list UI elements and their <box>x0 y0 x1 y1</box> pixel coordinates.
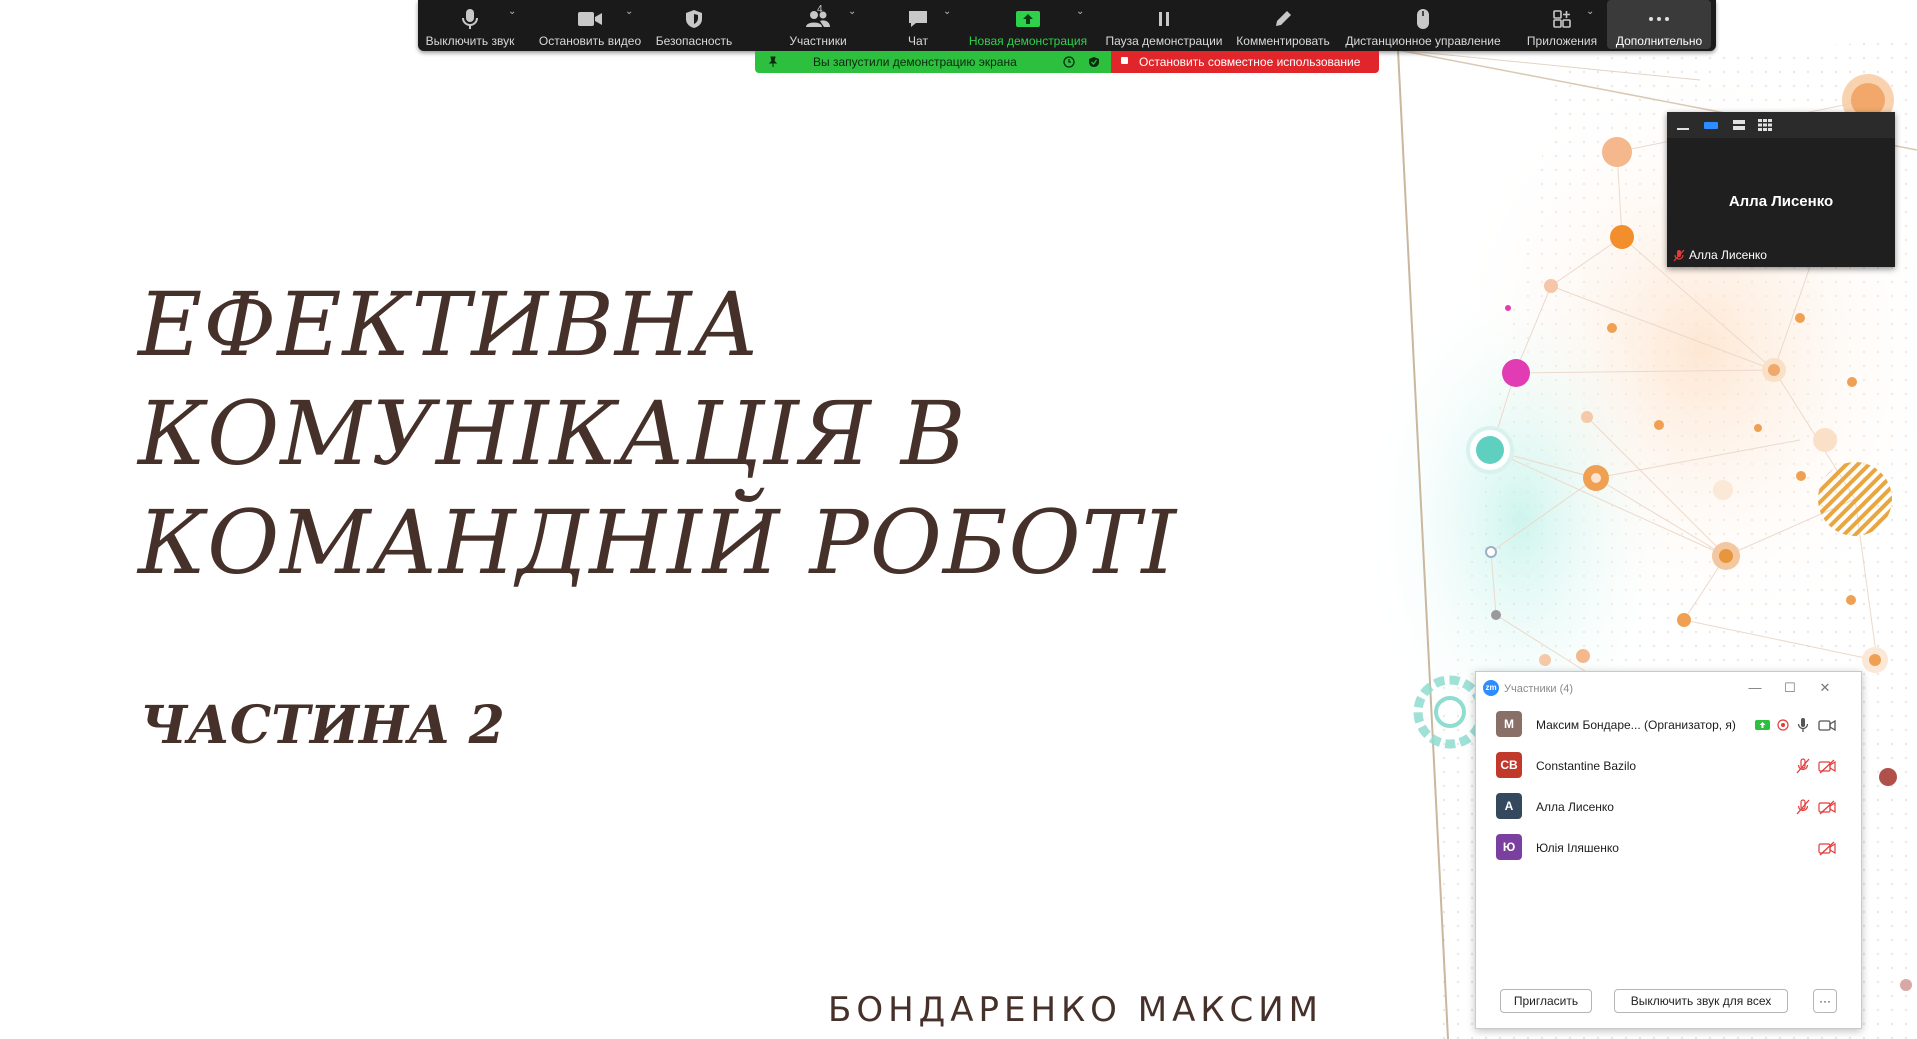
chat-label: Чат <box>908 34 928 48</box>
participants-count-badge: 4 <box>817 4 823 15</box>
close-window-icon[interactable]: ✕ <box>1814 678 1836 698</box>
participants-window-title: Участники (4) <box>1504 683 1574 695</box>
annotate-button[interactable]: Комментировать <box>1230 0 1336 51</box>
video-panel-bar <box>1667 112 1895 138</box>
recording-indicator-icon <box>1777 719 1789 731</box>
video-camera-icon <box>577 6 603 32</box>
participant-name: Юлія Іляшенко <box>1536 841 1619 855</box>
more-dots-icon <box>1646 6 1672 32</box>
slide-title-line: ЕФЕКТИВНА <box>138 273 761 376</box>
filmstrip-view-icon[interactable] <box>1731 118 1747 132</box>
zoom-logo-icon: zm <box>1483 680 1499 696</box>
apps-options-caret-icon[interactable]: ⌄ <box>1586 6 1594 17</box>
video-off-icon[interactable] <box>1818 798 1836 816</box>
avatar: А <box>1496 793 1522 819</box>
avatar: М <box>1496 711 1522 737</box>
stop-share-button[interactable]: Остановить совместное использование <box>1111 51 1379 73</box>
new-share-label: Новая демонстрация <box>968 34 1088 48</box>
more-options-button[interactable]: ··· <box>1813 989 1837 1013</box>
apps-icon <box>1549 6 1575 32</box>
stop-square-icon <box>1121 57 1128 64</box>
slide-subtitle: ЧАСТИНА 2 <box>140 695 505 756</box>
audio-options-caret-icon[interactable]: ⌄ <box>508 6 516 17</box>
participant-row[interactable]: CB Constantine Bazilo <box>1476 747 1861 785</box>
slide-title: ЕФЕКТИВНА КОМУНІКАЦІЯ В КОМАНДНІЙ РОБОТІ <box>138 270 1177 597</box>
floating-video-panel[interactable]: Алла Лисенко Алла Лисенко <box>1667 112 1895 267</box>
participant-name: Алла Лисенко <box>1536 800 1614 814</box>
slide-author: БОНДАРЕНКО МАКСИМ <box>828 990 1323 1030</box>
maximize-window-icon[interactable]: ☐ <box>1779 678 1801 698</box>
avatar: Ю <box>1496 834 1522 860</box>
video-participant-name: Алла Лисенко <box>1728 193 1834 210</box>
mouse-icon <box>1410 6 1436 32</box>
apps-label: Приложения <box>1526 34 1598 48</box>
gallery-view-icon[interactable] <box>1757 118 1773 132</box>
video-camera-icon[interactable] <box>1818 716 1836 734</box>
participants-window: zm Участники (4) — ☐ ✕ М Максим Бондаре.… <box>1475 671 1862 1029</box>
pin-icon[interactable] <box>767 56 779 68</box>
shield-icon <box>681 6 707 32</box>
sharing-status-text: Вы запустили демонстрацию экрана <box>813 55 1017 69</box>
stop-video-label: Остановить видео <box>538 34 642 48</box>
more-button[interactable]: Дополнительно <box>1607 0 1711 49</box>
security-label: Безопасность <box>655 34 733 48</box>
invite-button[interactable]: Пригласить <box>1500 989 1592 1013</box>
new-share-button[interactable]: Новая демонстрация <box>966 0 1090 51</box>
sharing-status-banner: Вы запустили демонстрацию экрана <box>755 51 1111 73</box>
mute-audio-label: Выключить звук <box>425 34 515 48</box>
pause-share-label: Пауза демонстрации <box>1105 34 1223 48</box>
participant-row[interactable]: А Алла Лисенко <box>1476 788 1861 826</box>
participants-options-caret-icon[interactable]: ⌄ <box>848 6 856 17</box>
participants-label: Участники <box>789 34 847 48</box>
muted-microphone-icon[interactable] <box>1794 757 1812 775</box>
mute-all-button[interactable]: Выключить звук для всех <box>1614 989 1788 1013</box>
pause-icon <box>1151 6 1177 32</box>
video-off-icon[interactable] <box>1818 839 1836 857</box>
pencil-icon <box>1270 6 1296 32</box>
share-options-caret-icon[interactable]: ⌄ <box>1076 6 1084 17</box>
slide-title-line: КОМУНІКАЦІЯ В <box>138 382 967 485</box>
muted-microphone-icon[interactable] <box>1794 798 1812 816</box>
active-speaker-view-icon[interactable] <box>1703 118 1719 132</box>
chat-options-caret-icon[interactable]: ⌄ <box>943 6 951 17</box>
video-footer-name: Алла Лисенко <box>1689 248 1767 262</box>
security-button[interactable]: Безопасность <box>648 0 740 51</box>
participant-row[interactable]: М Максим Бондаре... (Организатор, я) <box>1476 706 1861 744</box>
shield-check-icon[interactable] <box>1088 56 1100 68</box>
minimize-video-icon[interactable] <box>1675 118 1691 132</box>
participant-name: Constantine Bazilo <box>1536 759 1637 773</box>
mute-audio-button[interactable]: Выключить звук <box>426 0 514 51</box>
video-options-caret-icon[interactable]: ⌄ <box>625 6 633 17</box>
minimize-window-icon[interactable]: — <box>1744 678 1766 698</box>
participant-row[interactable]: Ю Юлія Іляшенко <box>1476 829 1861 867</box>
participant-name: Максим Бондаре... (Организатор, я) <box>1536 718 1736 732</box>
remote-control-button[interactable]: Дистанционное управление <box>1342 0 1504 51</box>
pause-share-button[interactable]: Пауза демонстрации <box>1102 0 1226 51</box>
microphone-icon <box>457 6 483 32</box>
video-off-icon[interactable] <box>1818 757 1836 775</box>
chat-bubble-icon <box>905 6 931 32</box>
stop-share-label: Остановить совместное использование <box>1139 55 1361 69</box>
avatar: CB <box>1496 752 1522 778</box>
annotate-label: Комментировать <box>1236 34 1330 48</box>
clock-icon <box>1063 56 1075 68</box>
share-screen-icon <box>1015 6 1041 32</box>
microphone-icon[interactable] <box>1794 716 1812 734</box>
more-label: Дополнительно <box>1615 34 1703 48</box>
remote-control-label: Дистанционное управление <box>1345 34 1501 48</box>
muted-microphone-icon <box>1673 249 1685 262</box>
slide-title-line: КОМАНДНІЙ РОБОТІ <box>138 491 1178 594</box>
meeting-toolbar: Выключить звук ⌄ Остановить видео ⌄ Безо… <box>418 0 1716 51</box>
sharing-indicator-icon <box>1755 720 1770 730</box>
